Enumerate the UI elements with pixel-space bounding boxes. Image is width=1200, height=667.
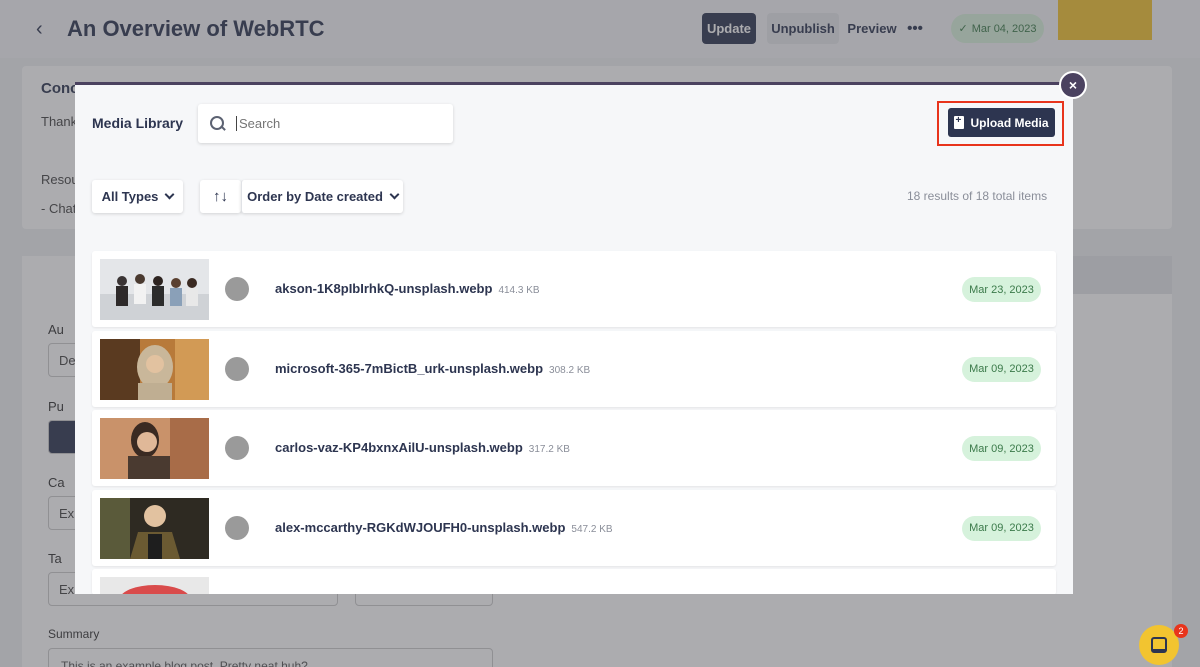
- modal-title: Media Library: [92, 115, 184, 131]
- media-filename[interactable]: microsoft-365-7mBictB_urk-unsplash.webp 3…: [275, 361, 590, 376]
- media-filename[interactable]: akson-1K8pIbIrhkQ-unsplash.webp 414.3 KB: [275, 281, 540, 296]
- media-filesize: 317.2 KB: [528, 444, 570, 455]
- media-row[interactable]: [92, 569, 1056, 594]
- chevron-down-icon: [164, 189, 175, 200]
- chat-widget-button[interactable]: [1139, 625, 1179, 665]
- media-thumbnail[interactable]: [100, 497, 209, 559]
- uploader-avatar: [225, 436, 249, 460]
- media-filename-text: carlos-vaz-KP4bxnxAilU-unsplash.webp: [275, 440, 523, 455]
- file-upload-icon: [954, 115, 965, 129]
- search-icon: [210, 115, 226, 132]
- media-date-badge: Mar 09, 2023: [962, 436, 1041, 461]
- media-row[interactable]: microsoft-365-7mBictB_urk-unsplash.webp 3…: [92, 330, 1056, 407]
- media-row[interactable]: akson-1K8pIbIrhkQ-unsplash.webp 414.3 KB …: [92, 251, 1056, 327]
- upload-media-button[interactable]: Upload Media: [948, 108, 1055, 137]
- media-list: akson-1K8pIbIrhkQ-unsplash.webp 414.3 KB …: [92, 251, 1056, 594]
- media-filename-text: microsoft-365-7mBictB_urk-unsplash.webp: [275, 360, 544, 376]
- close-modal-button[interactable]: ×: [1059, 71, 1087, 99]
- uploader-avatar: [225, 356, 249, 381]
- all-types-dropdown[interactable]: All Types: [92, 180, 183, 213]
- media-row[interactable]: carlos-vaz-KP4bxnxAilU-unsplash.webp 317.…: [92, 410, 1056, 486]
- media-filename[interactable]: carlos-vaz-KP4bxnxAilU-unsplash.webp 317.…: [275, 440, 570, 455]
- media-filesize: 547.2 KB: [571, 523, 613, 535]
- order-by-dropdown[interactable]: Order by Date created: [241, 180, 403, 213]
- media-filesize: 308.2 KB: [549, 364, 591, 376]
- media-thumbnail[interactable]: [100, 338, 209, 400]
- media-date-badge: Mar 09, 2023: [962, 515, 1041, 541]
- chat-notification-badge: 2: [1174, 624, 1188, 638]
- media-date-badge: Mar 09, 2023: [962, 356, 1041, 382]
- results-count: 18 results of 18 total items: [907, 189, 1048, 203]
- search-box[interactable]: [198, 104, 453, 143]
- media-library-modal: Media Library Upload Media All Types ↑↓ …: [75, 82, 1073, 594]
- media-filename-text: akson-1K8pIbIrhkQ-unsplash.webp: [275, 281, 493, 296]
- upload-media-label: Upload Media: [970, 115, 1049, 130]
- media-thumbnail[interactable]: [100, 418, 209, 479]
- order-by-label: Order by Date created: [247, 189, 383, 204]
- sort-arrows-icon: ↑↓: [213, 188, 228, 205]
- chevron-down-icon: [389, 189, 400, 200]
- chat-icon: [1151, 637, 1167, 653]
- uploader-avatar: [225, 515, 249, 540]
- media-row[interactable]: alex-mccarthy-RGKdWJOUFH0-unsplash.webp 5…: [92, 489, 1056, 566]
- media-filename-text: alex-mccarthy-RGKdWJOUFH0-unsplash.webp: [275, 519, 566, 535]
- search-input[interactable]: [236, 116, 436, 131]
- media-filesize: 414.3 KB: [498, 285, 540, 296]
- media-date-badge: Mar 23, 2023: [962, 277, 1041, 302]
- all-types-label: All Types: [101, 189, 159, 204]
- sort-direction-button[interactable]: ↑↓: [200, 180, 241, 213]
- uploader-avatar: [225, 277, 249, 301]
- media-thumbnail[interactable]: [100, 577, 209, 594]
- media-filename[interactable]: alex-mccarthy-RGKdWJOUFH0-unsplash.webp 5…: [275, 520, 613, 535]
- media-thumbnail[interactable]: [100, 259, 209, 320]
